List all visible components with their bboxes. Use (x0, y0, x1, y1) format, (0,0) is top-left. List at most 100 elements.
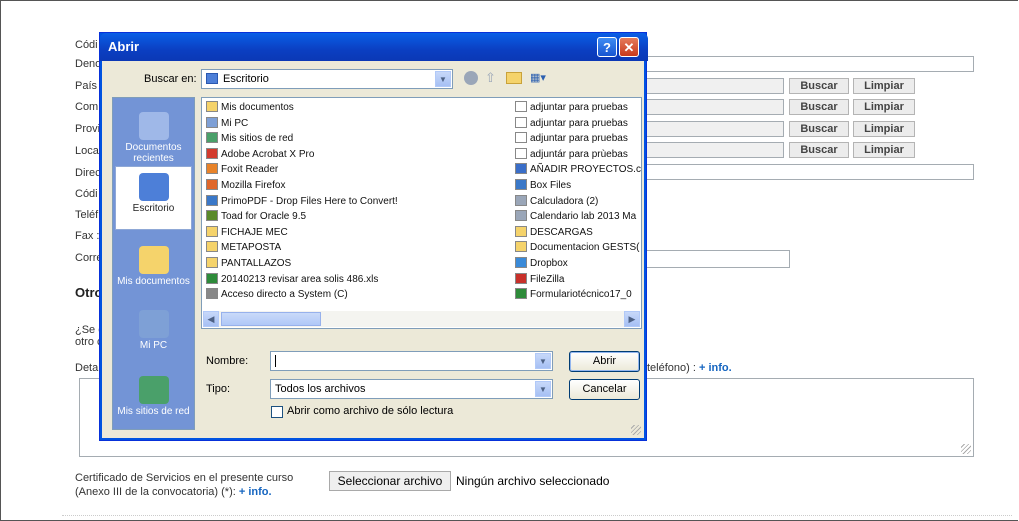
dialog-body: Buscar en: Escritorio ▼ ⇧ ▦▾ Documentos … (103, 61, 644, 438)
file-item[interactable]: Calculadora (2) (515, 194, 641, 209)
dialog-titlebar[interactable]: Abrir ? ✕ (100, 33, 648, 61)
cancelar-button[interactable]: Cancelar (569, 379, 640, 400)
abrir-button[interactable]: Abrir (569, 351, 640, 372)
new-folder-icon[interactable] (506, 72, 522, 84)
chevron-down-icon[interactable]: ▼ (535, 381, 551, 397)
localidad-limpiar-button[interactable]: Limpiar (853, 142, 915, 158)
comunidad-limpiar-button[interactable]: Limpiar (853, 99, 915, 115)
file-icon (206, 101, 218, 112)
seleccionar-archivo-button[interactable]: Seleccionar archivo (329, 471, 451, 491)
file-name: adjuntar para pruebas (530, 102, 628, 113)
help-icon[interactable]: ? (597, 37, 617, 57)
file-icon (206, 194, 218, 206)
file-icon (515, 210, 527, 222)
file-item[interactable]: AÑADIR PROYECTOS.c (515, 162, 641, 177)
file-status-text: Ningún archivo seleccionado (456, 474, 610, 488)
certificado-info-link[interactable]: + info. (239, 486, 272, 498)
label-codigo: Códi (75, 39, 98, 51)
provincia-input[interactable] (640, 121, 784, 137)
certificado-label-text: (Anexo III de la convocatoria) (*): (75, 486, 239, 498)
file-name: Foxit Reader (221, 164, 279, 176)
place-desktop[interactable]: Escritorio (115, 166, 192, 230)
file-item[interactable]: adjuntar para pruebas (515, 116, 641, 131)
pais-limpiar-button[interactable]: Limpiar (853, 78, 915, 94)
comunidad-buscar-button[interactable]: Buscar (789, 99, 849, 115)
back-icon[interactable] (464, 71, 478, 85)
file-name: METAPOSTA (221, 242, 282, 254)
open-file-dialog: Abrir ? ✕ Buscar en: Escritorio ▼ ⇧ ▦▾ D… (99, 32, 648, 441)
resize-grip-icon[interactable] (961, 444, 971, 454)
file-item[interactable]: Mi PC (206, 116, 506, 131)
file-icon (206, 147, 218, 159)
file-item[interactable]: METAPOSTA (206, 240, 506, 255)
close-icon[interactable]: ✕ (619, 37, 639, 57)
file-name: PANTALLAZOS (221, 258, 292, 269)
label-direccion: Direc (75, 167, 101, 179)
provincia-limpiar-button[interactable]: Limpiar (853, 121, 915, 137)
file-item[interactable]: Toad for Oracle 9.5 (206, 209, 506, 224)
lookin-select[interactable]: Escritorio ▼ (201, 69, 453, 89)
up-folder-icon[interactable]: ⇧ (485, 71, 499, 85)
place-network[interactable]: Mis sitios de red (115, 370, 192, 434)
file-item[interactable]: Dropbox (515, 256, 641, 271)
scroll-left-icon[interactable]: ◀ (203, 311, 219, 327)
direccion-input[interactable] (640, 164, 974, 180)
correo-input[interactable] (640, 250, 790, 268)
lookin-label: Buscar en: (144, 73, 197, 85)
label-localidad: Loca (75, 145, 99, 157)
place-my-pc-label: Mi PC (139, 340, 168, 351)
file-name: Mis documentos (221, 102, 294, 113)
file-item[interactable]: Adobe Acrobat X Pro (206, 147, 506, 162)
file-item[interactable]: adjuntár para prùebas (515, 147, 641, 162)
file-item[interactable]: Calendario lab 2013 Ma (515, 209, 641, 224)
readonly-checkbox[interactable] (271, 406, 283, 418)
dialog-resize-grip-icon[interactable] (631, 425, 641, 435)
place-my-pc[interactable]: Mi PC (115, 304, 192, 368)
file-name: FileZilla (530, 273, 565, 285)
nombre-input[interactable]: ▼ (270, 351, 553, 371)
provincia-buscar-button[interactable]: Buscar (789, 121, 849, 137)
file-item[interactable]: PANTALLAZOS (206, 256, 506, 271)
file-item[interactable]: Mozilla Firefox (206, 178, 506, 193)
file-item[interactable]: Acceso directo a System (C) (206, 287, 506, 302)
pais-input[interactable] (640, 78, 784, 94)
chevron-down-icon[interactable]: ▼ (535, 353, 551, 369)
horizontal-scrollbar[interactable]: ◀ ▶ (203, 311, 640, 327)
file-icon (206, 116, 218, 128)
scroll-right-icon[interactable]: ▶ (624, 311, 640, 327)
view-menu-icon[interactable]: ▦▾ (530, 71, 552, 85)
file-item[interactable]: Formulariotécnico17_0 (515, 287, 641, 302)
file-item[interactable]: PrimoPDF - Drop Files Here to Convert! (206, 194, 506, 209)
file-icon (206, 225, 218, 237)
pais-buscar-button[interactable]: Buscar (789, 78, 849, 94)
file-item[interactable]: FileZilla (515, 272, 641, 287)
localidad-buscar-button[interactable]: Buscar (789, 142, 849, 158)
dialog-title: Abrir (108, 39, 140, 54)
file-icon (515, 257, 527, 268)
comunidad-input[interactable] (640, 99, 784, 115)
file-name: Adobe Acrobat X Pro (221, 148, 315, 160)
file-item[interactable]: FICHAJE MEC (206, 225, 506, 240)
file-item[interactable]: adjuntar para pruebas (515, 131, 641, 146)
place-recent[interactable]: Documentos recientes (115, 106, 192, 170)
denominacion-input[interactable] (640, 56, 974, 72)
file-item[interactable]: Foxit Reader (206, 162, 506, 177)
file-item[interactable]: Box Files (515, 178, 641, 193)
file-name: Formulariotécnico17_0 (530, 289, 632, 301)
file-item[interactable]: Mis sitios de red (206, 131, 506, 146)
desktop-place-icon (138, 173, 169, 201)
file-item[interactable]: Documentacion GESTS( (515, 240, 641, 255)
localidad-input[interactable] (640, 142, 784, 158)
chevron-down-icon[interactable]: ▼ (435, 71, 451, 87)
file-item[interactable]: DESCARGAS (515, 225, 641, 240)
file-name: Acceso directo a System (C) (221, 289, 348, 301)
file-name: FICHAJE MEC (221, 226, 288, 238)
tipo-select[interactable]: Todos los archivos ▼ (270, 379, 553, 399)
file-item[interactable]: 20140213 revisar area solis 486.xls (206, 272, 506, 287)
file-item[interactable]: Mis documentos (206, 100, 506, 115)
scroll-thumb[interactable] (221, 312, 321, 326)
file-item[interactable]: adjuntar para pruebas (515, 100, 641, 115)
file-list[interactable]: Formulariotécnico17_0 FileZilla Dropbox Doc… (201, 97, 642, 329)
place-my-documents[interactable]: Mis documentos (115, 240, 192, 304)
detalle-info-link[interactable]: + info. (699, 362, 732, 374)
